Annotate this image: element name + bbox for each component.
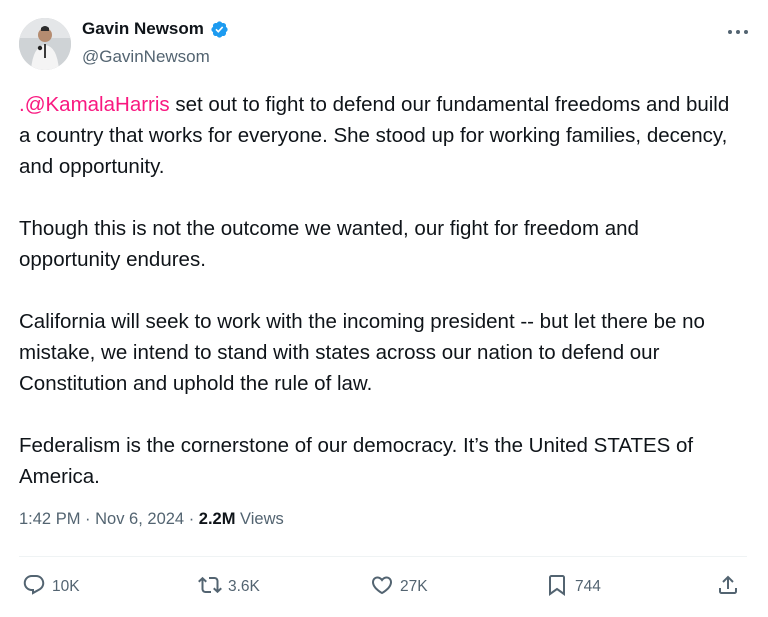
share-icon xyxy=(716,573,740,602)
tweet-text: .@KamalaHarris set out to fight to defen… xyxy=(19,89,744,492)
author-handle[interactable]: @GavinNewsom xyxy=(82,47,210,67)
views-count: 2.2M xyxy=(198,510,236,528)
verified-badge-icon xyxy=(210,20,229,39)
tweet-paragraph: California will seek to work with the in… xyxy=(19,310,705,395)
reply-icon xyxy=(22,573,46,602)
tweet-date[interactable]: Nov 6, 2024 xyxy=(95,510,184,528)
views-label: Views xyxy=(235,510,284,528)
mention-link[interactable]: .@KamalaHarris xyxy=(19,93,170,116)
like-count: 27K xyxy=(400,578,428,595)
tweet-paragraph: Though this is not the outcome we wanted… xyxy=(19,217,639,271)
tweet-meta: 1:42 PM · Nov 6, 2024 · 2.2M Views xyxy=(19,510,284,529)
repost-icon xyxy=(198,573,222,602)
bookmark-button[interactable]: 744 xyxy=(545,572,601,602)
heart-icon xyxy=(370,573,394,602)
tweet-paragraph: .@KamalaHarris set out to fight to defen… xyxy=(19,89,744,182)
reply-button[interactable]: 10K xyxy=(22,572,80,602)
action-bar: 10K 3.6K 27K 744 xyxy=(0,572,768,602)
tweet-card: Gavin Newsom @GavinNewsom .@KamalaHarris… xyxy=(0,0,768,617)
repost-count: 3.6K xyxy=(228,578,260,595)
tweet-paragraph: Federalism is the cornerstone of our dem… xyxy=(19,434,694,488)
more-icon[interactable] xyxy=(726,22,750,42)
bookmark-count: 744 xyxy=(575,578,601,595)
author-name-row: Gavin Newsom xyxy=(82,19,229,39)
meta-separator: · xyxy=(184,510,199,528)
avatar[interactable] xyxy=(19,18,71,70)
divider xyxy=(19,556,747,557)
tweet-time[interactable]: 1:42 PM xyxy=(19,510,80,528)
like-button[interactable]: 27K xyxy=(370,572,428,602)
reply-count: 10K xyxy=(52,578,80,595)
share-button[interactable] xyxy=(716,572,740,602)
avatar-image xyxy=(19,18,71,70)
repost-button[interactable]: 3.6K xyxy=(198,572,260,602)
display-name[interactable]: Gavin Newsom xyxy=(82,19,204,39)
meta-separator: · xyxy=(80,510,96,528)
bookmark-icon xyxy=(545,573,569,602)
